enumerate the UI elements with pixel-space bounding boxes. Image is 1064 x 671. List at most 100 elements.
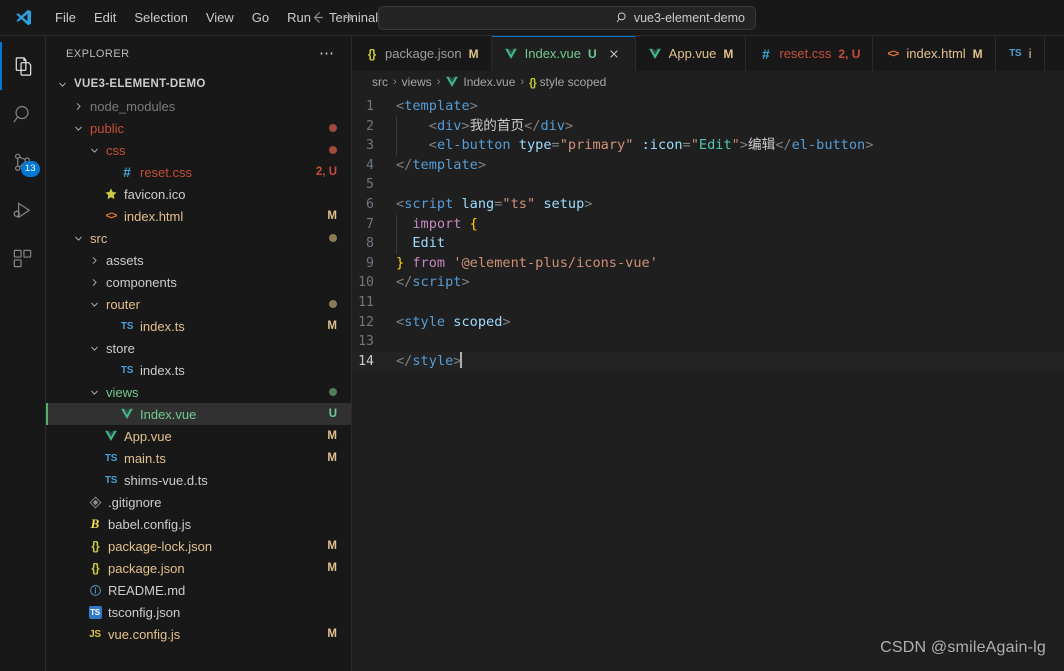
tree-item-status-dot [329,124,337,132]
code-line-text: Edit [395,234,446,254]
code-token: } [396,254,405,271]
arrow-right-icon[interactable] [340,9,358,27]
editor-tab-git-state: M [723,46,734,61]
editor-tab-app-vue[interactable]: App.vue M [635,36,747,71]
menu-edit[interactable]: Edit [85,7,125,28]
tree-item[interactable]: App.vue M [46,425,351,447]
tree-item[interactable]: css [46,139,351,161]
tree-item[interactable]: favicon.ico [46,183,351,205]
tree-item[interactable]: views [46,381,351,403]
activity-extensions[interactable] [0,234,46,282]
menu-selection[interactable]: Selection [125,7,196,28]
code-token: el-button [791,137,866,154]
activity-explorer[interactable] [0,42,46,90]
code-token: '@element-plus/icons-vue' [453,254,658,271]
tree-item[interactable]: {} package-lock.json M [46,535,351,557]
css-icon: # [761,45,770,62]
tree-item[interactable]: <> index.html M [46,205,351,227]
tree-item[interactable]: components [46,271,351,293]
ellipsis-icon[interactable]: ⋯ [311,46,343,61]
tree-item[interactable]: node_modules [46,95,351,117]
chevron-down-icon[interactable] [86,145,102,156]
tree-item-status-dot [329,146,337,154]
tree-item[interactable]: {} package.json M [46,557,351,579]
activity-bar: 13 [0,36,46,671]
tree-item-label: reset.css [140,164,193,180]
chevron-right-icon[interactable] [70,101,86,112]
tree-item-label: css [106,142,126,158]
tree-item[interactable]: TS index.ts [46,359,351,381]
activity-source-control[interactable]: 13 [0,138,46,186]
breadcrumb-separator: › [436,76,441,88]
code-token: "primary" [559,137,634,154]
code-token: > [502,313,511,330]
menu-file[interactable]: File [46,7,85,28]
tree-item[interactable]: src [46,227,351,249]
code-line: 9} from '@element-plus/icons-vue' [352,254,1064,274]
tree-item-label: src [90,230,108,246]
chevron-down-icon[interactable] [86,343,102,354]
breadcrumb-item[interactable]: Index.vue [445,75,515,89]
arrow-left-icon[interactable] [308,9,326,27]
tree-item-label: assets [106,252,144,268]
tree-item[interactable]: router [46,293,351,315]
vue-icon [648,47,663,61]
tree-item[interactable]: Bbabel.config.js [46,513,351,535]
tree-item[interactable]: # reset.css 2, U [46,161,351,183]
quick-search-input[interactable]: vue3-element-demo [378,5,756,30]
md-file-icon [86,584,104,597]
tree-item[interactable]: TS index.ts M [46,315,351,337]
code-token: from [412,254,446,271]
breadcrumb-item[interactable]: views [402,75,432,89]
tree-item[interactable]: store [46,337,351,359]
code-token: Edit [412,235,446,252]
tree-item-selected[interactable]: Index.vue U [46,403,351,425]
code-token: setup [543,195,585,212]
tree-item-label: shims-vue.d.ts [124,472,208,488]
menu-view[interactable]: View [197,7,243,28]
chevron-down-icon[interactable] [86,299,102,310]
editor-code-area[interactable]: 1 <template> 2 <div>我的首页</div> 3 <el-button… [352,93,1064,671]
tree-item[interactable]: TS main.ts M [46,447,351,469]
activity-run-debug[interactable] [0,186,46,234]
editor-tab-label: App.vue [668,46,717,61]
editor-tab-index-vue[interactable]: Index.vue U [491,36,636,71]
tree-item[interactable]: .gitignore [46,491,351,513]
tree-item[interactable]: TS tsconfig.json [46,601,351,623]
line-number: 10 [358,275,374,291]
close-icon[interactable] [605,45,623,63]
breadcrumb-item[interactable]: {} style scoped [529,75,606,89]
tree-item[interactable]: VUE3-ELEMENT-DEMO [46,73,351,95]
code-token: lang [461,195,495,212]
tree-item[interactable]: README.md [46,579,351,601]
editor-tab-git-state: M [972,46,983,61]
editor-tab-i[interactable]: TS i [995,36,1045,71]
editor-tab-index-html[interactable]: <> index.html M [873,36,996,71]
tree-item-git-badge: 2, U [315,166,337,178]
text-cursor [460,351,462,368]
tree-item-label: VUE3-ELEMENT-DEMO [74,78,206,90]
editor-tab-label: reset.css [779,46,832,61]
chevron-down-icon[interactable] [70,123,86,134]
chevron-down-icon[interactable] [70,233,86,244]
menu-go[interactable]: Go [243,7,278,28]
breadcrumb-label: Index.vue [463,75,516,89]
editor-tab-package-json[interactable]: {} package.json M [352,36,492,71]
tsconf-file-icon: TS [88,605,102,619]
activity-search[interactable] [0,90,46,138]
tree-item[interactable]: TS shims-vue.d.ts [46,469,351,491]
editor-tab-reset-css[interactable]: # reset.css 2, U [746,36,874,71]
chevron-right-icon[interactable] [86,255,102,266]
code-line-text: import { [395,214,478,235]
tree-item[interactable]: assets [46,249,351,271]
tree-item[interactable]: JS vue.config.js M [46,623,351,645]
vue-icon [504,47,519,61]
breadcrumb-item[interactable]: src [372,75,388,89]
tree-item-label: views [106,384,139,400]
tree-item[interactable]: public [46,117,351,139]
chevron-down-icon[interactable] [86,387,102,398]
chevron-right-icon[interactable] [86,277,102,288]
chevron-down-icon[interactable] [54,79,70,90]
vscode-window: File Edit Selection View Go Run Terminal… [0,0,1064,671]
code-token: </ [396,274,413,291]
